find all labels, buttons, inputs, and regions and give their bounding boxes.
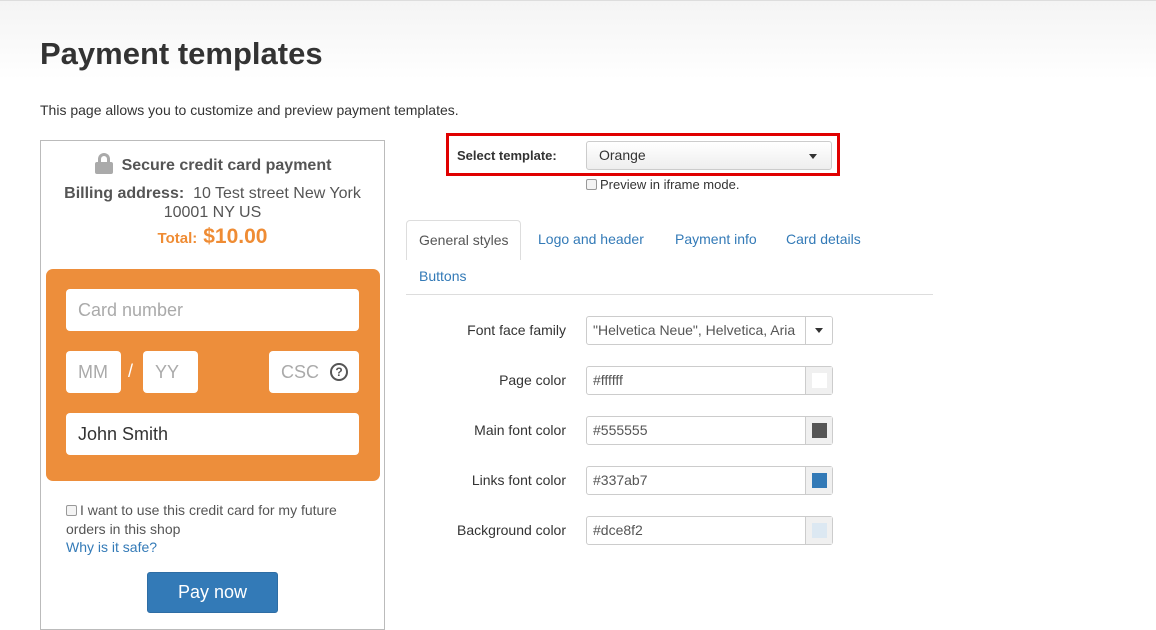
expiry-year-input[interactable]: YY [143, 351, 198, 393]
why-safe-link[interactable]: Why is it safe? [66, 539, 157, 555]
main-font-color-picker[interactable] [805, 417, 832, 444]
tab-logo-and-header[interactable]: Logo and header [538, 220, 644, 260]
links-font-color-input[interactable]: #337ab7 [586, 466, 833, 495]
chevron-down-icon [815, 328, 823, 333]
iframe-mode-checkbox[interactable] [586, 179, 597, 190]
lock-icon [94, 153, 114, 174]
page-color-label: Page color [499, 372, 566, 388]
tab-general-styles[interactable]: General styles [406, 220, 522, 260]
chevron-down-icon [809, 154, 817, 159]
background-color-picker[interactable] [805, 517, 832, 544]
main-font-color-swatch [812, 423, 827, 438]
pay-now-button[interactable]: Pay now [147, 572, 278, 613]
billing-address-block: Billing address: 10 Test street New York… [51, 184, 374, 222]
expiry-separator: / [128, 361, 134, 381]
billing-address-label: Billing address: [64, 185, 185, 202]
payment-preview-panel: Secure credit card payment Billing addre… [40, 140, 385, 630]
page-color-swatch [812, 373, 827, 388]
tab-buttons[interactable]: Buttons [419, 257, 466, 297]
page-title: Payment templates [40, 36, 323, 71]
page-color-value: #ffffff [593, 372, 623, 388]
font-face-select[interactable]: "Helvetica Neue", Helvetica, Aria [586, 316, 833, 345]
csc-input[interactable]: CSC ? [269, 351, 359, 393]
iframe-mode-label: Preview in iframe mode. [600, 177, 740, 192]
save-card-option: I want to use this credit card for my fu… [66, 501, 366, 539]
select-template-label: Select template: [457, 148, 557, 163]
main-font-color-label: Main font color [474, 422, 566, 438]
font-face-value: "Helvetica Neue", Helvetica, Aria [593, 322, 796, 338]
expiry-month-input[interactable]: MM [66, 351, 121, 393]
page-color-input[interactable]: #ffffff [586, 366, 833, 395]
background-color-swatch [812, 523, 827, 538]
card-details-box: Card number MM / YY CSC ? John Smith [46, 269, 380, 481]
card-number-input[interactable]: Card number [66, 289, 359, 331]
main-font-color-input[interactable]: #555555 [586, 416, 833, 445]
links-font-color-swatch [812, 473, 827, 488]
links-font-color-label: Links font color [471, 472, 566, 488]
tabs-divider [406, 294, 933, 295]
page-color-picker[interactable] [805, 367, 832, 394]
template-select-value: Orange [599, 147, 646, 163]
tab-card-details[interactable]: Card details [786, 220, 861, 260]
background-color-label: Background color [457, 522, 566, 538]
main-font-color-value: #555555 [593, 422, 648, 438]
links-font-color-picker[interactable] [805, 467, 832, 494]
total-amount: $10.00 [203, 225, 268, 248]
total-label: Total: [157, 230, 198, 247]
iframe-mode-option: Preview in iframe mode. [586, 177, 739, 192]
total-row: Total: $10.00 [41, 225, 384, 249]
secure-payment-header: Secure credit card payment [41, 153, 384, 175]
tab-payment-info[interactable]: Payment info [675, 220, 757, 260]
template-select[interactable]: Orange [586, 141, 832, 170]
links-font-color-value: #337ab7 [593, 472, 648, 488]
background-color-value: #dce8f2 [593, 522, 643, 538]
csc-placeholder: CSC [281, 362, 320, 382]
save-card-checkbox[interactable] [66, 505, 77, 516]
help-icon[interactable]: ? [330, 363, 348, 381]
cardholder-name-input[interactable]: John Smith [66, 413, 359, 455]
billing-address-value: 10 Test street New York 10001 NY US [163, 185, 361, 221]
font-face-dropdown-button[interactable] [805, 317, 832, 344]
secure-payment-title: Secure credit card payment [121, 157, 332, 174]
page-description: This page allows you to customize and pr… [40, 102, 459, 118]
font-face-label: Font face family [467, 322, 566, 338]
background-color-input[interactable]: #dce8f2 [586, 516, 833, 545]
save-card-label: I want to use this credit card for my fu… [66, 502, 337, 537]
